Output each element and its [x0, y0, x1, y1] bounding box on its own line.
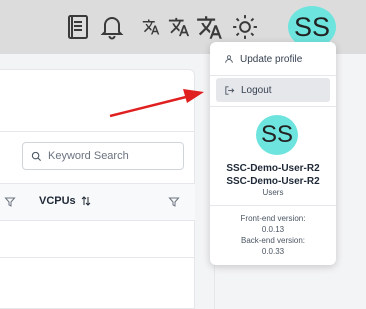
table-row-divider	[0, 257, 195, 258]
backend-version-value: 0.0.33	[261, 247, 285, 256]
user-dropdown-menu: Update profile Logout SS SSC-Demo-User-R…	[210, 42, 336, 265]
menu-item-label: Logout	[241, 84, 272, 96]
keyword-search-box[interactable]	[22, 142, 184, 170]
filter-icon[interactable]	[4, 196, 16, 208]
menu-divider	[210, 205, 336, 206]
bell-icon[interactable]	[97, 12, 127, 42]
table-header-row	[0, 183, 195, 221]
profile-avatar: SS	[256, 115, 298, 155]
book-icon[interactable]	[63, 12, 93, 42]
backend-version-label: Back-end version:	[240, 236, 306, 245]
translate-medium-icon[interactable]	[164, 12, 194, 42]
column-header-vcpus[interactable]: VCPUs	[39, 195, 92, 207]
sort-icon[interactable]	[80, 195, 92, 207]
user-name: SSC-Demo-User-R2	[226, 163, 320, 174]
frontend-version-label: Front-end version:	[240, 214, 306, 223]
frontend-version-value: 0.0.13	[261, 225, 285, 234]
card-divider	[0, 131, 195, 132]
user-name: SSC-Demo-User-R2	[226, 176, 320, 187]
column-header-vcpus-label: VCPUs	[39, 195, 76, 207]
menu-item-logout[interactable]: Logout	[216, 78, 330, 102]
search-icon	[31, 151, 42, 161]
menu-divider	[210, 75, 336, 76]
user-role: Users	[262, 188, 284, 197]
translate-large-icon[interactable]	[194, 12, 224, 42]
sun-icon[interactable]	[230, 12, 260, 42]
user-icon	[225, 55, 233, 63]
keyword-search-input[interactable]	[48, 150, 173, 162]
translate-small-icon[interactable]	[136, 12, 166, 42]
logout-icon	[225, 85, 235, 95]
menu-divider	[210, 106, 336, 107]
menu-item-update-profile[interactable]: Update profile	[216, 47, 330, 71]
filter-icon[interactable]	[168, 196, 180, 208]
menu-item-label: Update profile	[240, 53, 303, 65]
